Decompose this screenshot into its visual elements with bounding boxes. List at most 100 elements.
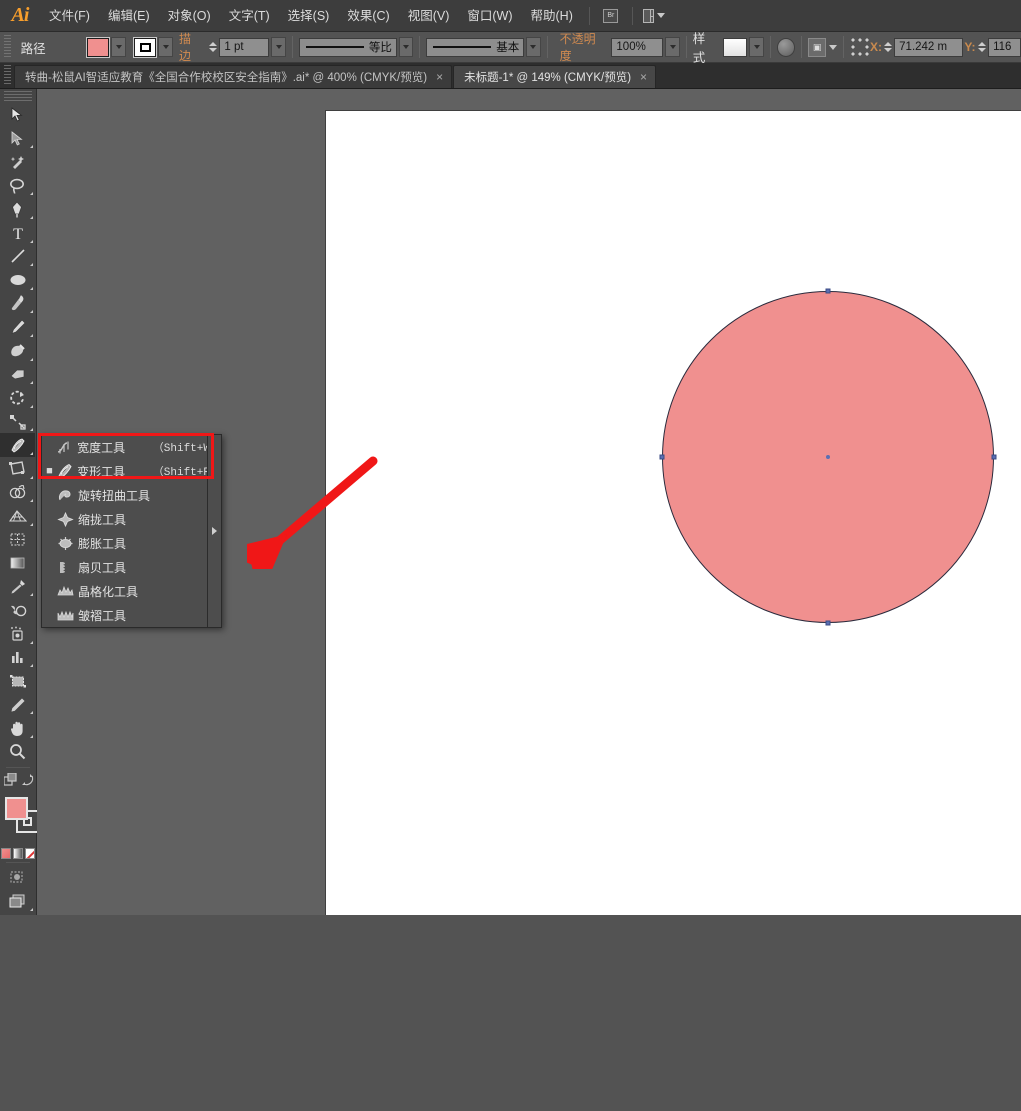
artboard[interactable]: Bai 经验 jingyan.baidu.com 湖南龙网	[325, 110, 1021, 915]
pencil-tool[interactable]	[0, 315, 35, 339]
width-profile-dropdown-icon[interactable]	[398, 37, 414, 57]
fill-color-box[interactable]	[5, 796, 28, 820]
flyout-item-wrinkle-tool[interactable]: 皱褶工具	[42, 603, 221, 627]
zoom-tool[interactable]	[0, 740, 35, 764]
stroke-weight-dropdown-icon[interactable]	[271, 37, 286, 57]
color-mode-buttons[interactable]	[0, 847, 36, 859]
screen-mode-icon[interactable]	[0, 889, 35, 913]
control-bar-grip[interactable]	[4, 35, 11, 59]
flyout-item-pucker-tool[interactable]: 缩拢工具	[42, 507, 221, 531]
direct-selection-tool[interactable]	[0, 127, 35, 151]
type-tool[interactable]: T	[0, 221, 35, 245]
width-warp-tool[interactable]	[0, 433, 35, 457]
opacity-label-link[interactable]: 不透明度	[559, 30, 606, 65]
ellipse-tool[interactable]	[0, 268, 35, 292]
blend-tool[interactable]	[0, 598, 35, 622]
align-dropdown-icon[interactable]	[829, 44, 838, 50]
close-icon[interactable]: ×	[640, 70, 647, 84]
rotate-tool[interactable]	[0, 386, 35, 410]
pen-tool[interactable]	[0, 197, 35, 221]
graphic-style-swatch[interactable]	[722, 37, 748, 57]
y-stepper[interactable]	[977, 37, 987, 57]
none-button[interactable]	[25, 847, 35, 859]
stroke-dropdown-icon[interactable]	[158, 37, 174, 57]
anchor-point-left[interactable]	[659, 454, 665, 460]
recolor-artwork-icon[interactable]	[776, 37, 796, 57]
fill-swatch[interactable]	[86, 36, 111, 58]
fill-stroke-swatches[interactable]	[0, 794, 39, 846]
fill-dropdown-icon[interactable]	[111, 37, 127, 57]
flyout-item-twirl-tool[interactable]: 旋转扭曲工具	[42, 483, 221, 507]
paintbrush-tool[interactable]	[0, 292, 35, 316]
scale-tool[interactable]	[0, 410, 35, 434]
x-coordinate-input[interactable]: 71.242 m	[894, 37, 964, 57]
menu-help[interactable]: 帮助(H)	[522, 0, 582, 32]
anchor-point-top[interactable]	[825, 288, 831, 294]
gradient-tool[interactable]	[0, 551, 35, 575]
stroke-swatch[interactable]	[133, 36, 158, 58]
flyout-item-scallop-tool[interactable]: 扇贝工具	[42, 555, 221, 579]
lasso-tool[interactable]	[0, 174, 35, 198]
stroke-weight-stepper[interactable]	[208, 37, 218, 57]
mesh-tool[interactable]	[0, 528, 35, 552]
selection-tool[interactable]	[0, 103, 35, 127]
flyout-item-bloat-tool[interactable]: 膨胀工具	[42, 531, 221, 555]
stroke-weight-input[interactable]: 1 pt	[219, 37, 270, 57]
opacity-input[interactable]: 100%	[611, 37, 664, 57]
symbol-sprayer-tool[interactable]	[0, 622, 35, 646]
anchor-point-bottom[interactable]	[825, 620, 831, 626]
blob-brush-tool[interactable]	[0, 339, 35, 363]
magic-wand-tool[interactable]	[0, 150, 35, 174]
menu-object[interactable]: 对象(O)	[159, 0, 220, 32]
graphic-style-dropdown-icon[interactable]	[749, 37, 764, 57]
width-profile-select[interactable]: 等比	[298, 37, 397, 57]
stroke-label-link[interactable]: 描边	[179, 30, 202, 65]
arrange-documents-icon[interactable]	[642, 6, 665, 26]
menu-select[interactable]: 选择(S)	[279, 0, 339, 32]
tools-panel-grip[interactable]	[4, 91, 32, 102]
crystallize-tool-icon	[53, 580, 78, 602]
document-tab-1[interactable]: 转曲-松鼠AI智适应教育《全国合作校校区安全指南》.ai* @ 400% (CM…	[14, 65, 453, 88]
column-graph-tool[interactable]	[0, 646, 35, 670]
tab-bar-grip[interactable]	[4, 65, 11, 85]
menu-type[interactable]: 文字(T)	[220, 0, 279, 32]
drawing-mode-icon[interactable]	[0, 866, 35, 890]
stroke-color-control[interactable]	[133, 36, 174, 58]
brush-definition-dropdown-icon[interactable]	[526, 37, 541, 57]
hand-tool[interactable]	[0, 716, 35, 740]
color-button[interactable]	[1, 847, 11, 859]
close-icon[interactable]: ×	[436, 70, 443, 84]
menu-effect[interactable]: 效果(C)	[338, 0, 398, 32]
menu-window[interactable]: 窗口(W)	[458, 0, 521, 32]
flyout-item-label: 扇贝工具	[78, 560, 127, 575]
flyout-item-warp-tool[interactable]: ■ 变形工具 （Shift+R）	[42, 459, 221, 483]
free-transform-tool[interactable]	[0, 457, 35, 481]
shape-builder-tool[interactable]	[0, 481, 35, 505]
align-icon[interactable]: ▣	[808, 37, 827, 57]
menu-edit[interactable]: 编辑(E)	[99, 0, 159, 32]
flyout-item-width-tool[interactable]: 宽度工具 （Shift+W）	[42, 435, 221, 459]
tear-off-strip[interactable]	[207, 435, 221, 627]
anchor-point-right[interactable]	[991, 454, 997, 460]
opacity-dropdown-icon[interactable]	[665, 37, 680, 57]
eraser-tool[interactable]	[0, 363, 35, 387]
fill-color-control[interactable]	[86, 36, 127, 58]
artboard-tool[interactable]	[0, 669, 35, 693]
brush-definition-select[interactable]: 基本	[426, 37, 525, 57]
transform-reference-point-icon[interactable]	[850, 37, 870, 57]
line-segment-tool[interactable]	[0, 245, 35, 269]
flyout-item-crystallize-tool[interactable]: 晶格化工具	[42, 579, 221, 603]
perspective-grid-tool[interactable]	[0, 504, 35, 528]
liquify-tools-flyout[interactable]: 宽度工具 （Shift+W） ■ 变形工具 （Shift+R） 旋转扭曲工具 缩…	[41, 434, 222, 628]
fill-stroke-toggles[interactable]	[0, 771, 36, 791]
document-tab-2[interactable]: 未标题-1* @ 149% (CMYK/预览) ×	[453, 65, 657, 88]
y-coordinate-input[interactable]: 116	[988, 37, 1021, 57]
default-fill-stroke-icon	[22, 773, 34, 785]
x-stepper[interactable]	[883, 37, 893, 57]
menu-file[interactable]: 文件(F)	[40, 0, 99, 32]
gradient-button[interactable]	[13, 847, 23, 859]
slice-tool[interactable]	[0, 693, 35, 717]
menu-view[interactable]: 视图(V)	[399, 0, 459, 32]
br-bridge-icon[interactable]: Br	[600, 6, 622, 26]
eyedropper-tool[interactable]	[0, 575, 35, 599]
